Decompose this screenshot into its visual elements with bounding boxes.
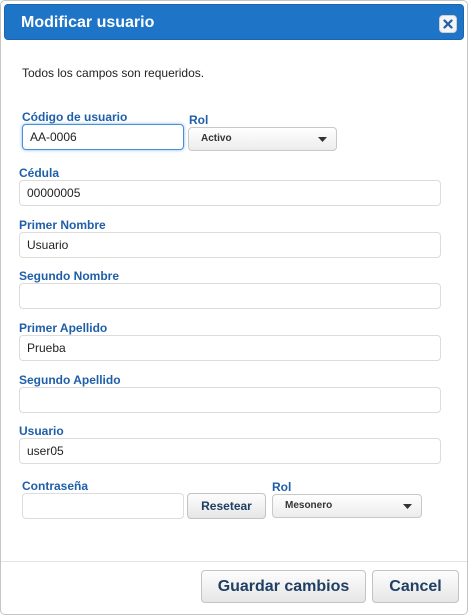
segundo-nombre-label: Segundo Nombre	[19, 269, 120, 283]
cancel-button[interactable]: Cancel	[372, 570, 459, 603]
segundo-apellido-label: Segundo Apellido	[19, 373, 121, 387]
rol-label: Rol	[272, 480, 292, 494]
primer-nombre-input[interactable]: Usuario	[19, 232, 441, 258]
close-icon	[443, 19, 453, 29]
usuario-label: Usuario	[19, 424, 64, 438]
footer-divider	[1, 561, 467, 562]
chevron-down-icon	[318, 137, 327, 142]
segundo-apellido-input[interactable]	[19, 387, 441, 413]
contrasena-input[interactable]	[22, 493, 184, 519]
estado-label: Rol	[189, 113, 209, 127]
save-button[interactable]: Guardar cambios	[201, 570, 366, 603]
rol-select[interactable]: Mesonero	[272, 494, 422, 518]
cedula-label: Cédula	[19, 166, 60, 180]
codigo-label: Código de usuario	[22, 110, 128, 124]
cedula-input[interactable]: 00000005	[19, 180, 441, 206]
dialog-titlebar: Modificar usuario	[4, 4, 464, 40]
usuario-input[interactable]: user05	[19, 438, 441, 464]
estado-select-value: Activo	[201, 133, 232, 144]
codigo-input[interactable]: AA-0006	[22, 124, 184, 150]
primer-nombre-label: Primer Nombre	[19, 218, 106, 232]
required-note: Todos los campos son requeridos.	[22, 66, 205, 80]
segundo-nombre-input[interactable]	[19, 283, 441, 309]
contrasena-label: Contraseña	[22, 479, 89, 493]
close-button[interactable]	[439, 15, 457, 33]
reset-password-button[interactable]: Resetear	[187, 493, 266, 519]
chevron-down-icon	[403, 504, 412, 509]
dialog-title: Modificar usuario	[21, 14, 155, 31]
primer-apellido-label: Primer Apellido	[19, 321, 108, 335]
estado-select[interactable]: Activo	[188, 127, 337, 151]
rol-select-value: Mesonero	[285, 500, 333, 511]
edit-user-dialog: Modificar usuario Todos los campos son r…	[0, 0, 468, 615]
primer-apellido-input[interactable]: Prueba	[19, 335, 441, 361]
